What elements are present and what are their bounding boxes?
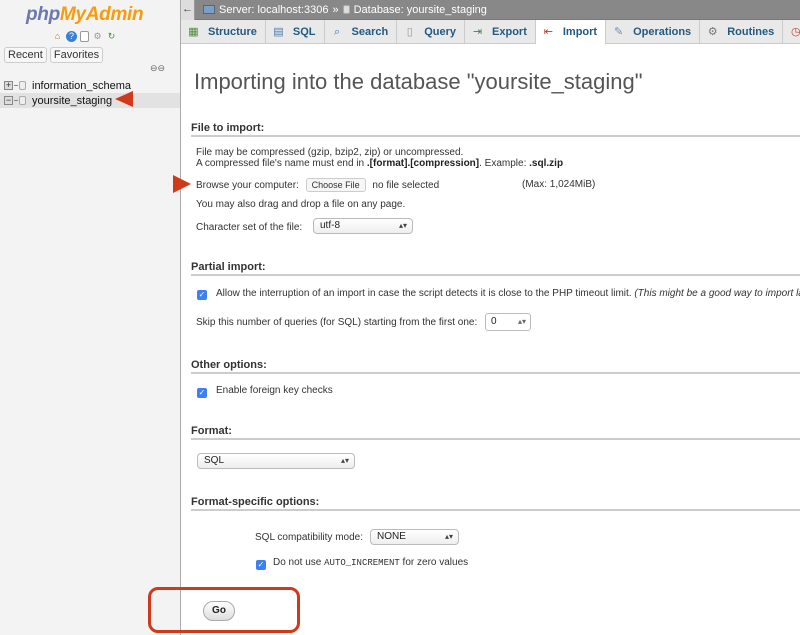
expand-icon[interactable]: +: [4, 81, 13, 90]
database-tree: + information_schema − yoursite_staging: [0, 78, 180, 108]
annotation-arrow-icon: [115, 91, 133, 107]
annotation-arrow-icon: [173, 175, 191, 193]
import-icon: ⇤: [543, 26, 553, 38]
import-form: Importing into the database "yoursite_st…: [181, 45, 800, 635]
section-other-options: Other options:: [191, 359, 800, 374]
section-format-specific: Format-specific options:: [191, 496, 800, 511]
drag-drop-note: You may also drag and drop a file on any…: [196, 199, 406, 210]
sql-compat-select[interactable]: NONE ▴▾: [370, 529, 459, 545]
select-arrows-icon: ▴▾: [398, 221, 407, 230]
choose-file-button[interactable]: Choose File: [305, 178, 366, 192]
allow-interrupt-checkbox[interactable]: ✓: [197, 290, 207, 300]
breadcrumb-separator: »: [332, 3, 339, 16]
breadcrumb-database[interactable]: Database: yoursite_staging: [354, 4, 487, 16]
collapse-icon[interactable]: −: [4, 96, 13, 105]
section-partial-import: Partial import:: [191, 261, 800, 276]
section-file-to-import: File to import:: [191, 122, 800, 137]
docs-icon[interactable]: [80, 31, 89, 42]
structure-icon: ▦: [188, 26, 199, 38]
tab-export[interactable]: ⇥ Export: [465, 20, 536, 44]
max-size-label: (Max: 1,024MiB): [522, 179, 596, 190]
server-icon: [203, 5, 215, 14]
skip-queries-label: Skip this number of queries (for SQL) st…: [196, 317, 478, 328]
settings-icon[interactable]: ⚙: [92, 31, 103, 42]
auto-increment-label: Do not use AUTO_INCREMENT for zero value…: [273, 557, 469, 568]
select-arrows-icon: ▴▾: [444, 532, 453, 541]
reload-icon[interactable]: ↻: [106, 31, 117, 42]
no-file-status: no file selected: [372, 180, 440, 191]
tree-item-information-schema[interactable]: + information_schema: [0, 78, 180, 93]
home-icon[interactable]: ⌂: [52, 31, 63, 42]
clock-icon: ◷: [790, 26, 800, 38]
sql-icon: ▤: [273, 26, 284, 38]
charset-label: Character set of the file:: [196, 222, 303, 233]
breadcrumb-server[interactable]: Server: localhost:3306: [219, 4, 328, 16]
breadcrumb: ← Server: localhost:3306 » Database: you…: [181, 0, 800, 20]
back-arrow-icon[interactable]: ←: [181, 0, 195, 20]
annotation-highlight-box: [148, 587, 300, 633]
navigation-sidebar: phpMyAdmin ⌂ ? ⚙ ↻ Recent Favorites ⊖⊖ +…: [0, 0, 181, 635]
page-title: Importing into the database "yoursite_st…: [194, 69, 643, 94]
tab-structure[interactable]: ▦ Structure: [181, 20, 266, 44]
export-icon: ⇥: [472, 26, 483, 38]
tab-events[interactable]: ◷Events: [783, 20, 800, 44]
favorites-tab[interactable]: Favorites: [49, 47, 104, 63]
wrench-icon: ✎: [614, 26, 624, 38]
select-arrows-icon: ▴▾: [340, 456, 349, 465]
tab-query[interactable]: ▯ Query: [397, 20, 466, 44]
tab-operations[interactable]: ✎ Operations: [606, 20, 701, 44]
recent-tab[interactable]: Recent: [4, 47, 47, 63]
tab-bar: ▦ Structure ▤ SQL ⌕ Search ▯ Query ⇥ Export ⇤…: [181, 20, 800, 45]
query-icon: ▯: [406, 26, 413, 38]
skip-queries-input[interactable]: 0 ▴▾: [485, 313, 531, 331]
tab-routines[interactable]: ⚙ Routines: [700, 20, 784, 44]
section-format: Format:: [191, 425, 800, 440]
database-icon: [19, 96, 26, 105]
tab-sql[interactable]: ▤ SQL: [266, 20, 325, 44]
database-icon: [19, 81, 26, 90]
charset-select[interactable]: utf-8 ▴▾: [313, 218, 413, 234]
compress-note: File may be compressed (gzip, bzip2, zip…: [196, 147, 464, 158]
auto-increment-checkbox[interactable]: ✓: [256, 560, 266, 570]
database-name[interactable]: yoursite_staging: [32, 95, 112, 107]
sql-compat-label: SQL compatibility mode:: [255, 532, 364, 543]
search-icon: ⌕: [333, 26, 341, 38]
routines-icon: ⚙: [707, 26, 718, 38]
browse-label: Browse your computer:: [196, 180, 299, 191]
allow-interrupt-label: Allow the interruption of an import in c…: [216, 288, 800, 299]
database-icon: [342, 5, 350, 14]
foreign-key-checkbox[interactable]: ✓: [197, 388, 207, 398]
format-select[interactable]: SQL ▴▾: [197, 453, 355, 469]
link-icon[interactable]: ⊖⊖: [150, 63, 165, 74]
tree-item-yoursite-staging[interactable]: − yoursite_staging: [0, 93, 180, 108]
database-name[interactable]: information_schema: [32, 80, 131, 92]
tab-search[interactable]: ⌕ Search: [325, 20, 398, 44]
tab-import[interactable]: ⇤ Import: [535, 20, 607, 45]
browse-row: Browse your computer: Choose File no fil…: [196, 178, 439, 192]
stepper-icon[interactable]: ▴▾: [518, 314, 526, 330]
help-icon[interactable]: ?: [66, 31, 77, 42]
phpmyadmin-logo[interactable]: phpMyAdmin: [26, 4, 144, 26]
filename-note: A compressed file's name must end in .[f…: [196, 158, 564, 169]
foreign-key-label: Enable foreign key checks: [216, 385, 333, 396]
nav-icon-bar: ⌂ ? ⚙ ↻: [52, 31, 117, 42]
